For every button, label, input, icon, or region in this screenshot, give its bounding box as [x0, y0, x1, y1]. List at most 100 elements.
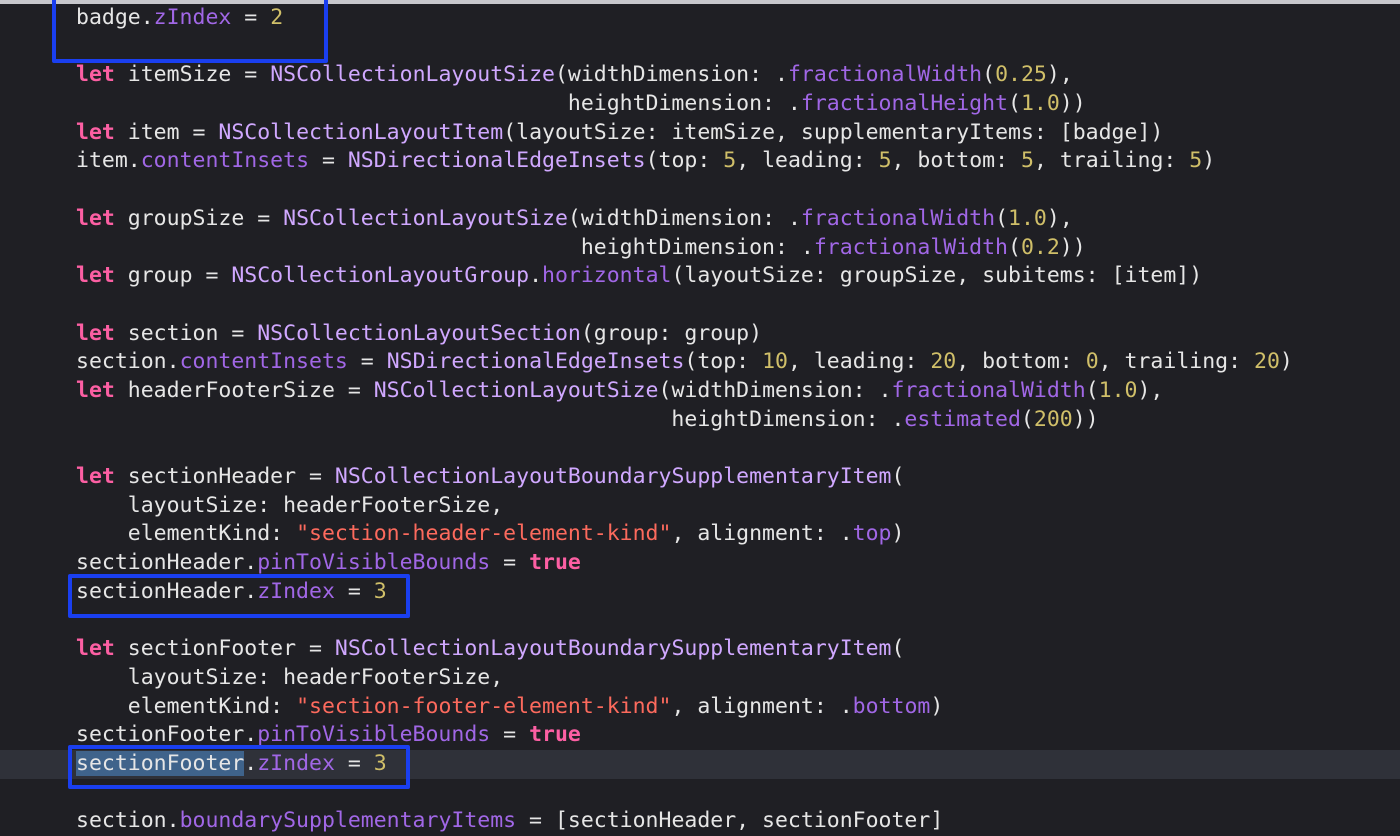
code-line-20[interactable]: sectionHeader.pinToVisibleBounds = true [0, 549, 1400, 578]
code-token: (widthDimension: . [554, 62, 788, 88]
code-token: NSCollectionLayoutBoundarySupplementaryI… [334, 636, 892, 662]
code-token: heightDimension: . [76, 406, 905, 432]
code-token: horizontal [542, 263, 672, 289]
code-token: ) [1279, 349, 1293, 375]
code-line-2[interactable] [0, 33, 1400, 62]
code-token: layoutSize: headerFooterSize, [76, 664, 504, 690]
code-token: item = [114, 119, 219, 145]
code-token: , alignment: . [671, 521, 853, 547]
code-token: NSCollectionLayoutItem [218, 119, 504, 145]
code-token: 2 [270, 5, 284, 30]
code-token: ) [1202, 148, 1216, 174]
code-line-3[interactable]: let itemSize = NSCollectionLayoutSize(wi… [0, 61, 1400, 90]
code-line-13[interactable]: section.contentInsets = NSDirectionalEdg… [0, 348, 1400, 377]
code-token: (top: [645, 148, 724, 174]
code-token: = [309, 148, 348, 174]
code-token: 0.2 [1020, 234, 1060, 260]
code-line-11[interactable] [0, 291, 1400, 320]
code-token: = [334, 578, 374, 604]
code-line-19[interactable]: elementKind: "section-header-element-kin… [0, 520, 1400, 549]
code-token: layoutSize: headerFooterSize, [76, 492, 504, 518]
code-editor[interactable]: badge.zIndex = 2 let itemSize = NSCollec… [0, 0, 1400, 836]
code-token: , bottom: [956, 349, 1086, 375]
code-token: heightDimension: . [76, 234, 814, 260]
code-token: 3 [373, 578, 387, 604]
code-token: NSCollectionLayoutGroup [231, 263, 530, 289]
code-token: NSCollectionLayoutSection [257, 320, 581, 346]
code-line-8[interactable]: let groupSize = NSCollectionLayoutSize(w… [0, 205, 1400, 234]
code-token: , trailing: [1033, 148, 1190, 174]
code-line-22[interactable] [0, 606, 1400, 635]
code-token: fractionalWidth [813, 234, 1008, 260]
code-token: true [529, 722, 581, 748]
code-token: top [852, 521, 892, 547]
code-token: 5 [723, 148, 737, 174]
code-line-23[interactable]: let sectionFooter = NSCollectionLayoutBo… [0, 635, 1400, 664]
code-token: contentInsets [140, 148, 310, 174]
code-token: NSDirectionalEdgeInsets [386, 349, 685, 375]
code-token: "section-footer-element-kind" [296, 693, 672, 719]
code-line-12[interactable]: let section = NSCollectionLayoutSection(… [0, 320, 1400, 349]
code-token: ( [982, 62, 996, 88]
code-line-27[interactable]: sectionFooter.zIndex = 3 [0, 749, 1400, 779]
code-token: group = [114, 263, 232, 289]
code-token: , trailing: [1098, 349, 1254, 375]
code-line-6[interactable]: item.contentInsets = NSDirectionalEdgeIn… [0, 147, 1400, 176]
code-token: let [76, 263, 115, 289]
code-token: . [244, 750, 258, 776]
code-token: heightDimension: . [76, 91, 801, 117]
code-token: ), [1046, 62, 1073, 88]
code-token: ), [1137, 377, 1164, 403]
code-token: fractionalHeight [800, 91, 1008, 117]
code-token: . [529, 263, 543, 289]
code-token: NSDirectionalEdgeInsets [347, 148, 646, 174]
code-token: contentInsets [179, 349, 348, 375]
code-token: )) [1072, 406, 1099, 432]
code-line-10[interactable]: let group = NSCollectionLayoutGroup.hori… [0, 262, 1400, 291]
code-line-25[interactable]: elementKind: "section-footer-element-kin… [0, 693, 1400, 722]
code-token: let [76, 119, 115, 145]
code-line-14[interactable]: let headerFooterSize = NSCollectionLayou… [0, 377, 1400, 406]
code-token: sectionFooter. [76, 722, 258, 748]
code-token: = [sectionHeader, sectionFooter] [516, 808, 944, 834]
code-token: let [76, 205, 115, 231]
code-line-15[interactable]: heightDimension: .estimated(200)) [0, 406, 1400, 435]
code-token: 0 [1085, 349, 1099, 375]
code-token: let [76, 636, 115, 662]
code-line-28[interactable] [0, 779, 1400, 808]
code-token: elementKind: [76, 521, 297, 547]
code-line-16[interactable] [0, 434, 1400, 463]
code-lines[interactable]: badge.zIndex = 2 let itemSize = NSCollec… [0, 4, 1400, 836]
code-token: 1.0 [1008, 205, 1047, 231]
code-token: ( [891, 464, 905, 489]
code-token: fractionalWidth [800, 205, 996, 231]
code-token: estimated [904, 406, 1021, 432]
code-line-9[interactable]: heightDimension: .fractionalWidth(0.2)) [0, 234, 1400, 263]
code-token: fractionalWidth [787, 62, 983, 88]
code-token: ( [1085, 377, 1099, 403]
code-token: 5 [878, 148, 892, 174]
code-token: NSCollectionLayoutBoundarySupplementaryI… [334, 464, 892, 489]
code-token: ( [891, 636, 905, 662]
code-line-7[interactable] [0, 176, 1400, 205]
code-line-26[interactable]: sectionFooter.pinToVisibleBounds = true [0, 721, 1400, 750]
code-token: section = [114, 320, 258, 346]
code-token: zIndex [257, 750, 335, 776]
code-token: pinToVisibleBounds [257, 722, 491, 748]
code-token: 200 [1033, 406, 1073, 432]
code-token: "section-header-element-kind" [296, 521, 672, 547]
code-line-1[interactable]: badge.zIndex = 2 [0, 4, 1400, 33]
code-line-29[interactable]: section.boundarySupplementaryItems = [se… [0, 807, 1400, 836]
code-token: )) [1059, 91, 1086, 117]
code-line-24[interactable]: layoutSize: headerFooterSize, [0, 664, 1400, 693]
code-token: 5 [1021, 148, 1034, 174]
code-token: 0.25 [995, 62, 1047, 88]
code-line-4[interactable]: heightDimension: .fractionalHeight(1.0)) [0, 90, 1400, 119]
code-line-21[interactable]: sectionHeader.zIndex = 3 [0, 578, 1400, 607]
code-line-17[interactable]: let sectionHeader = NSCollectionLayoutBo… [0, 463, 1400, 492]
code-token: let [76, 320, 115, 346]
code-token: ( [1020, 406, 1034, 432]
code-line-5[interactable]: let item = NSCollectionLayoutItem(layout… [0, 119, 1400, 148]
code-line-18[interactable]: layoutSize: headerFooterSize, [0, 492, 1400, 521]
code-token: 20 [1254, 349, 1280, 375]
